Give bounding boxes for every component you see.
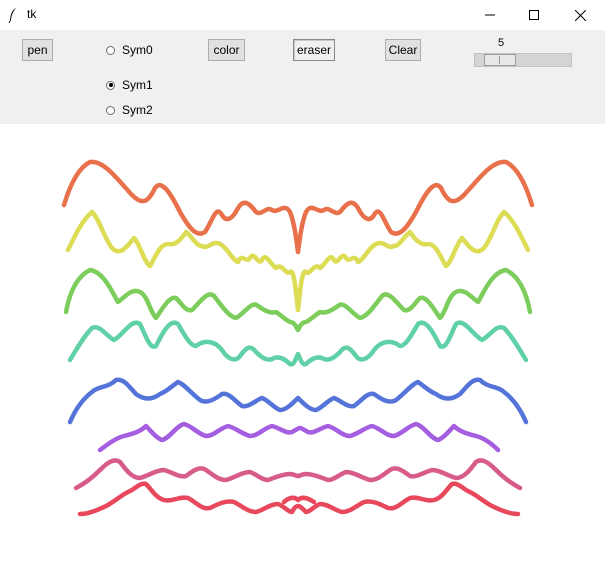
- maximize-button[interactable]: [511, 0, 557, 30]
- sym2-label: Sym2: [122, 103, 153, 117]
- sym0-label: Sym0: [122, 43, 153, 57]
- close-button[interactable]: [557, 0, 603, 30]
- toolbar: pen Sym0 Sym1 Sym2 color eraser Clear: [0, 30, 605, 124]
- close-icon: [574, 9, 586, 21]
- eraser-button[interactable]: eraser: [293, 39, 335, 61]
- stroke-yellow: [65, 209, 531, 313]
- color-button[interactable]: color: [208, 39, 245, 61]
- window-title: tk: [27, 7, 37, 21]
- clear-button[interactable]: Clear: [385, 39, 421, 61]
- brush-size-value: 5: [497, 37, 505, 49]
- maximize-icon: [529, 10, 539, 20]
- sym0-radio[interactable]: Sym0: [106, 43, 153, 57]
- radio-circle: [106, 45, 115, 55]
- minimize-icon: [485, 14, 495, 16]
- minimize-button[interactable]: [467, 0, 513, 30]
- radio-circle-selected: [106, 80, 115, 90]
- title-bar: tk: [0, 0, 605, 30]
- stroke-red-center: [281, 495, 317, 505]
- stroke-blue: [67, 377, 529, 425]
- sym2-radio[interactable]: Sym2: [106, 103, 153, 117]
- feather-icon: [8, 8, 16, 23]
- radio-circle: [106, 105, 115, 115]
- sym1-radio[interactable]: Sym1: [106, 78, 153, 92]
- brush-size-slider-handle[interactable]: [484, 54, 516, 66]
- drawing-canvas[interactable]: [0, 124, 605, 556]
- sym1-label: Sym1: [122, 78, 153, 92]
- pen-button[interactable]: pen: [22, 39, 53, 61]
- stroke-purple: [97, 421, 501, 453]
- canvas-drawing: [61, 159, 535, 517]
